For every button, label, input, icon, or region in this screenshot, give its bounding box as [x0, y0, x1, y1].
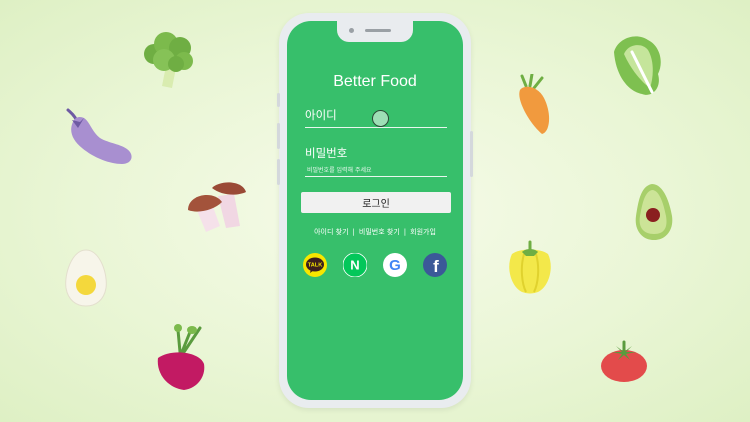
link-separator: |: [403, 228, 407, 236]
broccoli-icon: [144, 32, 193, 88]
eggplant-icon: [66, 108, 132, 164]
power-button: [470, 131, 473, 177]
link-separator: |: [352, 228, 355, 236]
naver-text: N: [350, 258, 359, 273]
cursor-indicator[interactable]: [372, 110, 389, 127]
login-button[interactable]: 로그인: [301, 192, 451, 213]
facebook-icon: f: [423, 253, 447, 277]
facebook-text: f: [433, 257, 439, 276]
facebook-login-button[interactable]: f: [423, 253, 447, 277]
id-label: 아이디: [305, 108, 337, 122]
password-label: 비밀번호: [305, 146, 348, 160]
tomato-icon: [601, 340, 647, 382]
app-screen: Better Food 아이디 비밀번호 로그인 아이디 찾기|비밀번호 찾기|…: [287, 21, 463, 400]
naver-icon: N: [343, 253, 367, 277]
password-input-underline: [305, 176, 447, 177]
google-icon: G: [383, 253, 407, 277]
egg-icon: [65, 249, 107, 307]
kakao-text: TALK: [308, 263, 323, 269]
kakao-talk-icon: TALK: [303, 253, 327, 277]
camera-icon: [349, 28, 354, 33]
bell-pepper-icon: [509, 240, 551, 294]
phone-frame: Better Food 아이디 비밀번호 로그인 아이디 찾기|비밀번호 찾기|…: [277, 13, 473, 408]
signup-link[interactable]: 회원가입: [410, 228, 436, 236]
password-input[interactable]: [307, 165, 445, 175]
volume-button: [277, 93, 280, 107]
account-links: 아이디 찾기 | 비밀번호 찾기 | 회원가입: [287, 227, 463, 237]
find-id-link[interactable]: 아이디 찾기: [314, 228, 348, 236]
volume-up-button: [277, 123, 280, 149]
avocado-icon: [635, 184, 673, 240]
kakao-login-button[interactable]: TALK: [303, 253, 327, 277]
speaker-icon: [365, 29, 391, 32]
app-title: Better Food: [333, 73, 417, 90]
id-input-underline[interactable]: [305, 127, 447, 128]
find-password-link[interactable]: 비밀번호 찾기: [359, 228, 400, 236]
beet-icon: [157, 324, 205, 390]
volume-down-button: [277, 159, 280, 185]
carrot-icon: [519, 74, 550, 134]
naver-login-button[interactable]: N: [343, 253, 367, 277]
google-login-button[interactable]: G: [383, 253, 407, 277]
phone-notch: [337, 21, 413, 42]
google-text: G: [389, 257, 401, 274]
mushroom-icon: [188, 182, 246, 232]
lettuce-icon: [614, 36, 661, 95]
